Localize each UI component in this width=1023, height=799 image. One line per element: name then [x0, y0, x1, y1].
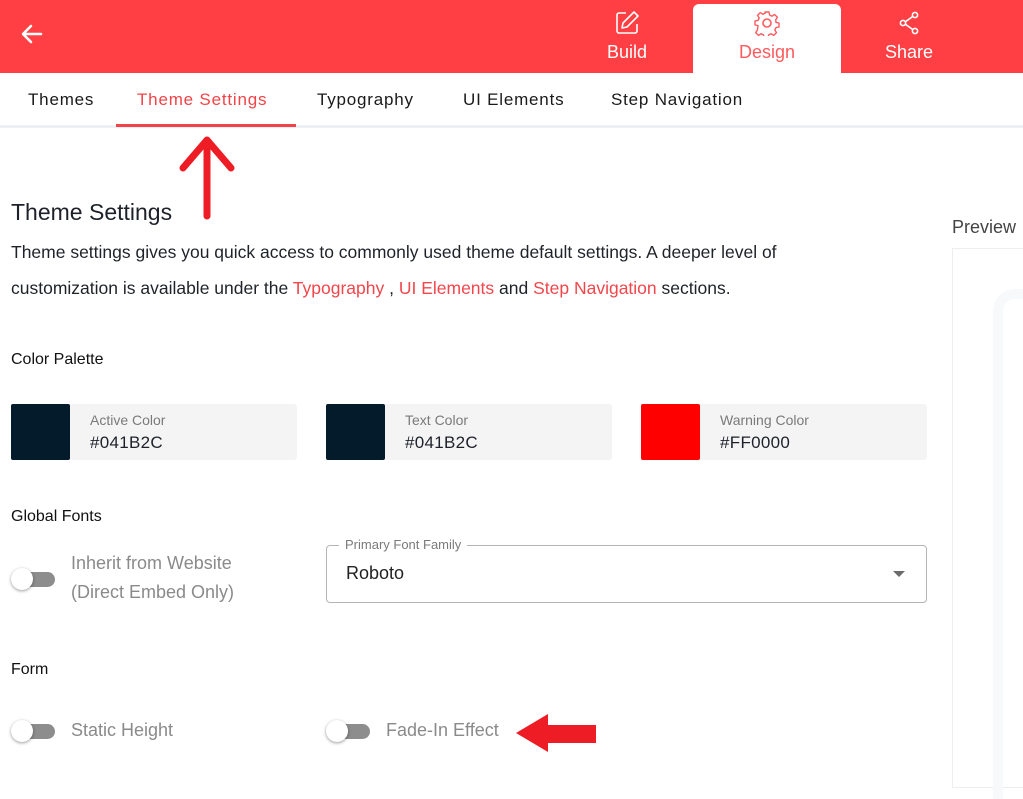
subtab-step-navigation[interactable]: Step Navigation [611, 90, 743, 110]
color-palette-heading: Color Palette [11, 351, 104, 368]
mode-tab-share[interactable]: Share [835, 4, 983, 73]
toggle-knob [11, 568, 33, 590]
link-typography[interactable]: Typography [293, 278, 384, 298]
preview-label: Preview [952, 217, 1017, 237]
subtab-theme-settings[interactable]: Theme Settings [137, 90, 267, 110]
share-icon [899, 11, 919, 35]
form-heading: Form [11, 661, 49, 678]
page-title: Theme Settings [11, 199, 173, 225]
subtab-typography[interactable]: Typography [317, 90, 414, 110]
swatch-value: #041B2C [90, 433, 163, 452]
settings-subnav: Themes Theme Settings Typography UI Elem… [0, 73, 1023, 128]
swatch-name: Active Color [90, 412, 166, 428]
swatch-name: Warning Color [720, 412, 809, 428]
annotation-arrow-left-icon [516, 714, 596, 752]
color-chip[interactable] [11, 404, 70, 460]
static-height-label: Static Height [71, 720, 174, 740]
select-label: Primary Font Family [339, 537, 468, 552]
subtab-ui-elements[interactable]: UI Elements [463, 90, 564, 110]
gear-icon [754, 11, 780, 36]
active-color-swatch[interactable]: Active Color #041B2C [11, 404, 297, 460]
preview-panel [952, 248, 1023, 799]
preview-device-frame [993, 289, 1023, 799]
toggle-knob [326, 720, 348, 742]
mode-tab-design[interactable]: Design [693, 4, 841, 73]
subtab-themes[interactable]: Themes [28, 90, 94, 110]
arrow-left-icon [21, 24, 43, 44]
fade-in-effect-toggle[interactable] [326, 720, 374, 744]
fade-in-effect-label: Fade-In Effect [386, 720, 499, 740]
toggle-label-line1: Inherit from Website [71, 553, 232, 573]
primary-font-family-select[interactable]: Primary Font Family Roboto [326, 537, 927, 603]
color-chip[interactable] [641, 404, 700, 460]
swatch-name: Text Color [405, 412, 469, 428]
back-button[interactable] [18, 20, 46, 48]
mode-tab-label: Share [884, 42, 934, 62]
description-suffix: sections. [656, 278, 731, 298]
global-fonts-heading: Global Fonts [11, 508, 102, 525]
link-step-navigation[interactable]: Step Navigation [533, 278, 657, 298]
mode-tab-label: Build [606, 42, 648, 62]
dropdown-caret-icon [893, 571, 905, 577]
page-description: Theme settings gives you quick access to… [11, 234, 911, 306]
annotation-arrow-up-icon [179, 136, 235, 220]
warning-color-swatch[interactable]: Warning Color #FF0000 [641, 404, 927, 460]
inherit-from-website-toggle[interactable] [11, 568, 59, 592]
static-height-toggle[interactable] [11, 720, 59, 744]
color-chip[interactable] [326, 404, 385, 460]
description-separator: and [494, 278, 534, 298]
text-color-swatch[interactable]: Text Color #041B2C [326, 404, 612, 460]
description-prefix: customization is available under the [11, 278, 293, 298]
mode-tab-build[interactable]: Build [553, 4, 701, 73]
mode-tab-label: Design [738, 42, 796, 62]
toggle-label-line2: (Direct Embed Only) [71, 582, 235, 602]
active-tab-indicator [116, 124, 296, 127]
edit-icon [616, 11, 639, 34]
swatch-value: #041B2C [405, 433, 478, 452]
swatch-value: #FF0000 [720, 433, 791, 452]
inherit-from-website-label: Inherit from Website (Direct Embed Only) [71, 549, 234, 607]
top-bar: Build Design Share [0, 0, 1023, 73]
toggle-knob [11, 720, 33, 742]
link-ui-elements[interactable]: UI Elements [399, 278, 494, 298]
description-separator: , [384, 278, 399, 298]
select-value: Roboto [346, 563, 405, 583]
description-line1: Theme settings gives you quick access to… [11, 242, 777, 262]
